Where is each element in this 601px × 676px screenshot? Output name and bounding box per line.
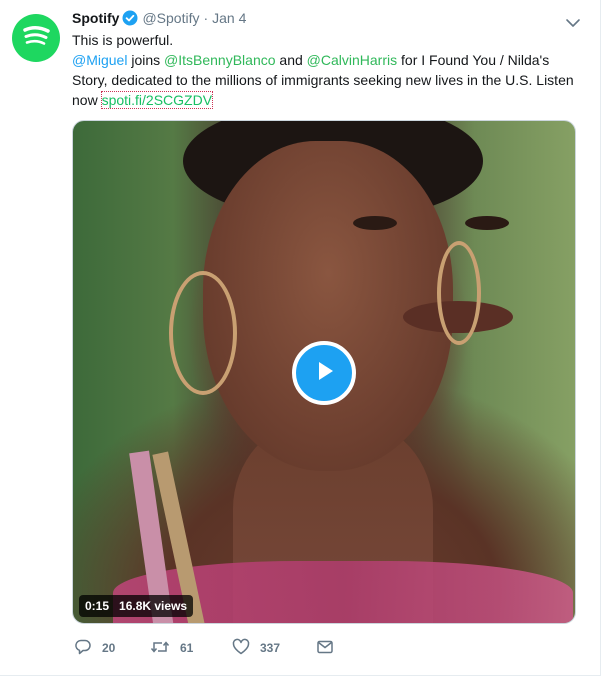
like-count: 337 [260,641,281,655]
video-frame-earring [169,271,237,395]
tweet-text-segment: and [275,52,307,68]
tweet: Spotify @Spotify · Jan 4 This is powerfu… [0,0,601,676]
tweet-content: Spotify @Spotify · Jan 4 This is powerfu… [72,8,580,655]
spotify-logo-icon [12,12,60,65]
author-handle[interactable]: @Spotify [142,8,199,28]
tweet-text-segment: joins [127,52,165,68]
play-icon [310,357,338,390]
chevron-down-icon[interactable] [565,14,581,34]
tweet-line-1: This is powerful. [72,32,174,48]
tweet-header: Spotify @Spotify · Jan 4 [72,8,580,28]
tweet-link[interactable]: spoti.fi/2SCGZDV [100,91,214,109]
retweet-count: 61 [180,641,194,655]
like-button[interactable]: 337 [232,638,280,659]
video-frame-eye [353,216,397,230]
like-icon [232,638,250,659]
tweet-actions: 20 61 337 [72,638,577,658]
separator-dot: · [203,10,209,26]
video-frame-face [203,141,513,471]
video-frame-earring [437,241,481,345]
avatar[interactable] [12,14,60,62]
video-views: 16.8K views [119,599,188,613]
tweet-line-2: @Miguel joins @ItsBennyBlanco and @Calvi… [72,50,577,110]
video-player[interactable]: 0:15 16.8K views [72,120,576,624]
timestamp[interactable]: Jan 4 [212,8,246,28]
author-name[interactable]: Spotify [72,8,119,28]
message-icon [316,638,334,659]
mention-itsbennyblanco[interactable]: @ItsBennyBlanco [164,52,276,68]
direct-message-button[interactable] [316,638,334,659]
video-frame-eye [465,216,509,230]
reply-icon [74,638,92,659]
reply-button[interactable]: 20 [74,638,115,659]
verified-icon [122,10,138,26]
video-info-badge: 0:15 16.8K views [79,595,194,617]
tweet-text: This is powerful. @Miguel joins @ItsBenn… [72,30,577,110]
reply-count: 20 [102,641,116,655]
video-duration: 0:15 [85,599,110,613]
play-button[interactable] [292,341,356,405]
retweet-icon [150,638,170,659]
mention-miguel[interactable]: @Miguel [72,52,127,68]
mention-calvinharris[interactable]: @CalvinHarris [307,52,397,68]
retweet-button[interactable]: 61 [150,638,193,659]
